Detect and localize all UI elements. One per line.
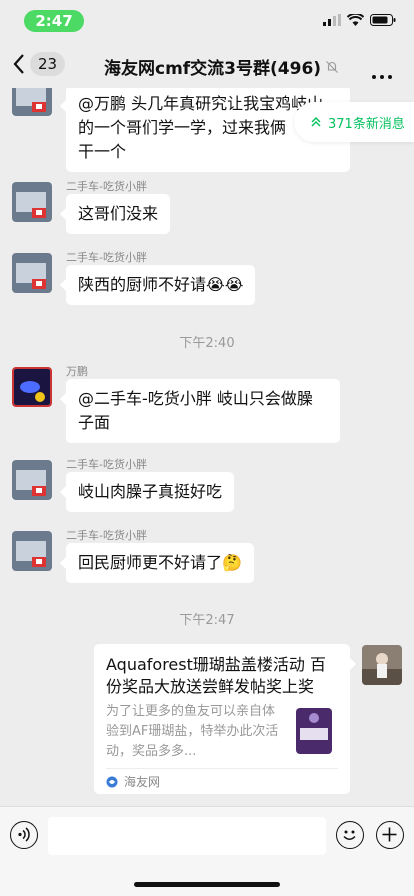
- new-messages-button[interactable]: 371条新消息: [294, 102, 414, 142]
- sender-name: 二手车-吃货小胖: [66, 180, 147, 193]
- emoji-icon: [343, 830, 356, 840]
- sender-name: 万鹏: [66, 365, 88, 378]
- plus-icon: [382, 827, 397, 842]
- card-title: Aquaforest珊瑚盐盖楼活动 百份奖品大放送尝鲜发帖奖上奖: [106, 655, 326, 696]
- mute-bell-icon: [326, 60, 338, 73]
- self-avatar[interactable]: [362, 645, 402, 685]
- new-messages-label: 371条新消息: [328, 116, 405, 132]
- more-dots-icon: [372, 75, 392, 79]
- more-button[interactable]: [372, 64, 392, 83]
- status-bar: 2:47: [0, 0, 414, 44]
- chat-title: 海友网cmf交流3号群(496): [104, 54, 339, 79]
- avatar[interactable]: [12, 460, 52, 500]
- avatar[interactable]: [12, 182, 52, 222]
- message-line: 子面: [78, 413, 111, 432]
- avatar[interactable]: [12, 531, 52, 571]
- message-line: @二手车-吃货小胖 岐山只会做臊: [78, 389, 313, 408]
- sender-name: 二手车-吃货小胖: [66, 251, 147, 264]
- voice-button[interactable]: [10, 821, 38, 849]
- status-time: 2:47: [24, 10, 84, 32]
- chat-title-text: 海友网cmf交流3号群(496): [104, 59, 322, 79]
- card-footer: 海友网: [106, 768, 338, 790]
- add-more-button[interactable]: [376, 821, 404, 849]
- timestamp: 下午2:47: [179, 613, 235, 628]
- signal-icon: [323, 14, 341, 26]
- message-text: 岐山肉臊子真挺好吃: [78, 482, 223, 501]
- link-card[interactable]: Aquaforest珊瑚盐盖楼活动 百份奖品大放送尝鲜发帖奖上奖 为了让更多的鱼…: [94, 644, 356, 794]
- message-text: 回民厨师更不好请了🤔: [78, 553, 242, 572]
- message-bubble[interactable]: 回民厨师更不好请了🤔: [60, 543, 254, 583]
- timestamp: 下午2:40: [179, 336, 235, 351]
- emoji-button[interactable]: [336, 821, 364, 849]
- message-text: 这哥们没来: [78, 204, 159, 223]
- message-text: 陕西的厨师不好请😭😭: [78, 275, 244, 294]
- home-indicator[interactable]: [134, 882, 280, 887]
- battery-icon: [370, 14, 396, 26]
- double-chevron-up-icon: [311, 116, 321, 127]
- chat-area[interactable]: @万鹏 头几年真研究让我宝鸡岐山 的一个哥们学一学，过来我俩 干一个 371条新…: [0, 88, 414, 806]
- card-source: 海友网: [124, 775, 161, 789]
- avatar[interactable]: [12, 88, 52, 116]
- message-bubble[interactable]: 陕西的厨师不好请😭😭: [59, 265, 256, 305]
- message-bubble[interactable]: 这哥们没来: [59, 194, 171, 234]
- avatar[interactable]: [12, 367, 52, 407]
- sender-name: 二手车-吃货小胖: [66, 529, 147, 542]
- status-icons: [323, 14, 396, 26]
- voice-icon: [18, 827, 30, 842]
- chevron-left-icon: [13, 54, 24, 74]
- card-description: 为了让更多的鱼友可以亲自体验到AF珊瑚盐，特举办此次活动，奖品多多...: [106, 704, 279, 759]
- sender-name: 二手车-吃货小胖: [66, 458, 147, 471]
- message-bubble[interactable]: 岐山肉臊子真挺好吃: [59, 472, 235, 512]
- message-line: 干一个: [78, 142, 127, 161]
- wifi-icon: [347, 14, 364, 26]
- message-input[interactable]: [48, 817, 326, 855]
- product-thumbnail: [290, 704, 338, 758]
- unread-count-badge: 23: [30, 52, 66, 76]
- site-logo-icon: [106, 776, 118, 787]
- message-bubble[interactable]: @二手车-吃货小胖 岐山只会做臊 子面: [60, 379, 340, 443]
- back-button[interactable]: 23: [12, 52, 66, 76]
- nav-bar: 23 海友网cmf交流3号群(496): [0, 44, 414, 88]
- avatar[interactable]: [12, 253, 52, 293]
